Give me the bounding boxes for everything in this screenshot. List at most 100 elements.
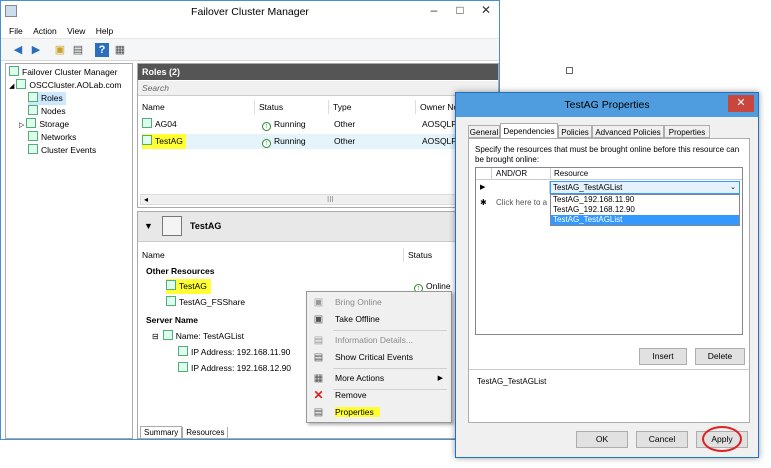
table-row[interactable]: AG04 ↑ Running Other AOSQLP — [142, 117, 496, 132]
menu-item-bring-online[interactable]: ▣ Bring Online — [309, 294, 449, 311]
submenu-arrow-icon: ▶ — [437, 375, 443, 382]
delete-button[interactable]: Delete — [695, 348, 745, 365]
menu-separator — [333, 330, 447, 331]
collapse-chevron-icon[interactable]: ▼ — [144, 221, 153, 231]
collapse-arrow-icon[interactable]: ◢ — [9, 83, 14, 90]
horizontal-scrollbar[interactable]: ◂ III ▸ — [140, 194, 496, 205]
close-button[interactable]: ✕ — [473, 1, 499, 21]
tree-cluster[interactable]: ◢ OSCCluster.AOLab.com — [9, 79, 122, 92]
share-resource-icon — [166, 296, 176, 306]
tab-resources[interactable]: Resources — [182, 427, 229, 439]
up-folder-icon[interactable]: ▣ — [53, 43, 67, 57]
tab-properties[interactable]: Properties — [664, 125, 710, 138]
role-icon — [142, 118, 152, 128]
dependency-expression: TestAG_TestAGList — [477, 377, 547, 386]
bring-online-icon: ▣ — [313, 297, 324, 308]
menu-item-show-critical-events[interactable]: ▤ Show Critical Events — [309, 349, 449, 366]
menu-file[interactable]: File — [9, 23, 23, 39]
menu-help[interactable]: Help — [96, 23, 113, 39]
dropdown-option[interactable]: TestAG_TestAGList — [551, 215, 739, 225]
dialog-close-button[interactable]: ✕ — [728, 95, 754, 112]
critical-events-icon: ▤ — [313, 352, 324, 363]
search-input[interactable]: Search — [138, 81, 498, 96]
help-icon[interactable]: ? — [95, 43, 109, 57]
dropdown-option[interactable]: TestAG_192.168.12.90 — [551, 205, 739, 215]
menu-item-more-actions[interactable]: ▦ More Actions ▶ — [309, 370, 449, 387]
ok-button[interactable]: OK — [576, 431, 628, 448]
column-name[interactable]: Name — [138, 100, 255, 114]
detail-tabs: Summary Resources — [140, 426, 229, 439]
cancel-button[interactable]: Cancel — [636, 431, 688, 448]
forward-arrow-icon[interactable]: ▶ — [29, 43, 43, 57]
column-type[interactable]: Type — [329, 100, 416, 114]
tree-item-nodes[interactable]: Nodes — [28, 105, 66, 118]
show-hide-tree-icon[interactable]: ▤ — [71, 43, 85, 57]
tab-dependencies[interactable]: Dependencies — [500, 123, 558, 139]
cursor-icon — [566, 67, 573, 74]
scroll-left-icon[interactable]: ◂ — [141, 195, 151, 204]
instruction-text: Specify the resources that must be broug… — [475, 145, 740, 164]
networks-icon — [28, 131, 38, 141]
list-item[interactable]: IP Address: 192.168.11.90 — [178, 345, 290, 360]
menu-view[interactable]: View — [67, 23, 85, 39]
roles-header: Roles (2) — [138, 64, 498, 80]
role-group-icon — [162, 216, 182, 236]
tab-summary[interactable]: Summary — [140, 426, 183, 439]
tree-item-networks[interactable]: Networks — [28, 131, 76, 144]
collapse-box-icon[interactable]: ⊟ — [152, 332, 159, 341]
list-item[interactable]: ⊟ Name: TestAGList — [152, 329, 244, 344]
current-row-arrow-icon: ▶ — [480, 184, 486, 191]
information-details-icon: ▤ — [313, 335, 324, 346]
tree-item-roles[interactable]: Roles — [28, 92, 66, 105]
roles-pane: Roles (2) Search Name Status Type Owner … — [137, 63, 499, 208]
new-row-placeholder[interactable]: Click here to a — [496, 198, 547, 207]
resource-combobox[interactable]: TestAG_TestAGList ⌄ — [550, 181, 740, 194]
tree-item-cluster-events[interactable]: Cluster Events — [28, 144, 96, 157]
column-status[interactable]: Status — [255, 100, 329, 114]
menu-bar: File Action View Help — [1, 23, 499, 39]
nodes-icon — [28, 105, 38, 115]
properties-view-icon[interactable]: ▦ — [113, 43, 127, 57]
title-bar: Failover Cluster Manager – □ ✕ — [1, 1, 499, 23]
column-name[interactable]: Name — [138, 248, 404, 262]
dialog-title: TestAG Properties — [564, 99, 650, 111]
menu-item-take-offline[interactable]: ▣ Take Offline — [309, 311, 449, 328]
minimize-button[interactable]: – — [421, 1, 447, 21]
running-status-icon: ↑ — [262, 139, 271, 148]
remove-x-icon: ✕ — [313, 388, 324, 402]
properties-icon: ▤ — [313, 407, 324, 418]
menu-separator — [333, 368, 447, 369]
ip-address-icon — [178, 346, 188, 356]
dropdown-option[interactable]: TestAG_192.168.11.90 — [551, 195, 739, 205]
storage-icon — [26, 118, 37, 128]
server-name-label: Server Name — [146, 315, 198, 325]
and-or-cell[interactable] — [494, 181, 550, 194]
column-and-or[interactable]: AND/OR — [496, 168, 527, 179]
maximize-button[interactable]: □ — [447, 1, 473, 21]
cluster-manager-icon — [9, 66, 19, 76]
list-item[interactable]: IP Address: 192.168.12.90 — [178, 361, 291, 376]
resource-dropdown-list: TestAG_192.168.11.90 TestAG_192.168.12.9… — [550, 194, 740, 226]
context-menu: ▣ Bring Online ▣ Take Offline ▤ Information… — [306, 291, 452, 423]
menu-action[interactable]: Action — [33, 23, 57, 39]
role-icon — [142, 135, 152, 145]
menu-item-properties[interactable]: ▤ Properties — [309, 404, 449, 421]
expand-arrow-icon[interactable]: ▷ — [19, 122, 24, 129]
menu-item-remove[interactable]: ✕ Remove — [309, 387, 449, 404]
tree-root[interactable]: Failover Cluster Manager — [9, 66, 117, 79]
new-row-asterisk-icon: ✱ — [480, 198, 487, 207]
tab-policies[interactable]: Policies — [558, 125, 592, 138]
insert-button[interactable]: Insert — [639, 348, 687, 365]
tree-item-storage[interactable]: ▷ Storage — [19, 118, 69, 131]
back-arrow-icon[interactable]: ◀ — [11, 43, 25, 57]
column-resource[interactable]: Resource — [554, 168, 588, 179]
tab-general[interactable]: General — [468, 125, 500, 138]
ip-address-icon — [178, 362, 188, 372]
apply-highlight-circle — [702, 426, 742, 452]
menu-item-information-details[interactable]: ▤ Information Details... — [309, 332, 449, 349]
table-row[interactable]: TestAG ↑ Running Other AOSQLP — [142, 134, 496, 149]
list-item[interactable]: TestAG_FSShare — [166, 295, 245, 310]
chevron-down-icon[interactable]: ⌄ — [730, 182, 736, 193]
navigation-tree: Failover Cluster Manager ◢ OSCCluster.AOL… — [5, 63, 133, 439]
tab-advanced-policies[interactable]: Advanced Policies — [592, 125, 664, 138]
